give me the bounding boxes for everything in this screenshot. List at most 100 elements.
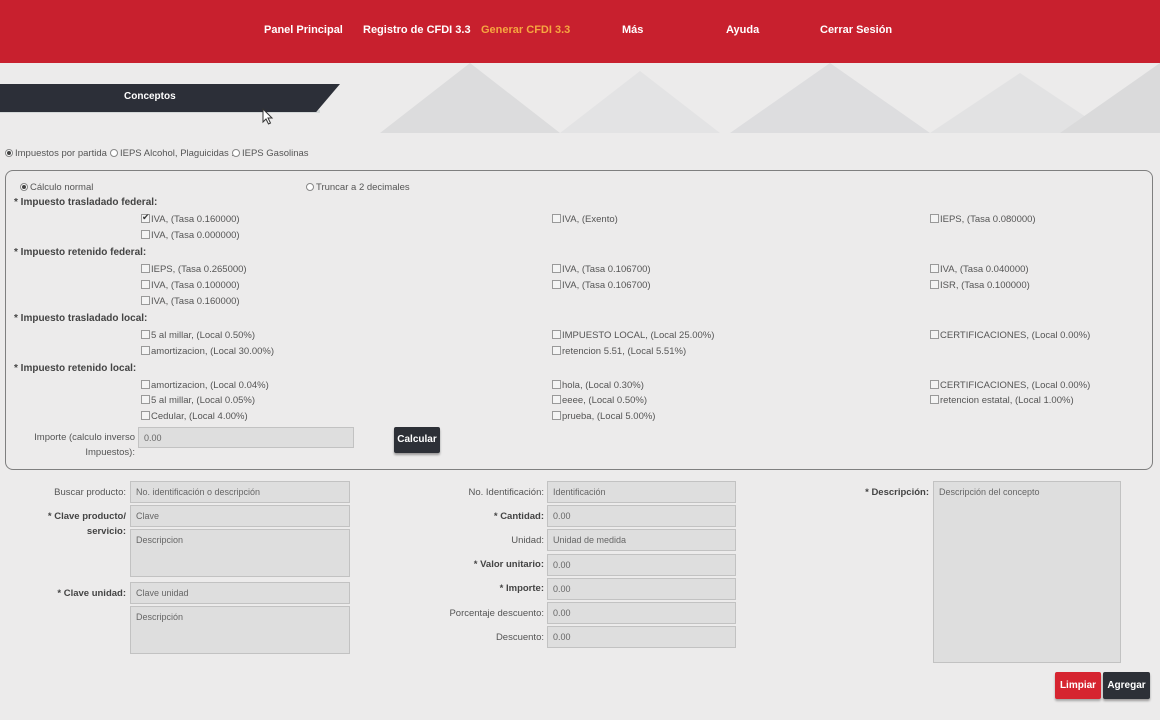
checkbox-icon [930, 214, 939, 223]
checkbox-label: 5 al millar, (Local 0.50%) [151, 330, 256, 341]
clave-producto-input[interactable]: Clave [130, 505, 350, 527]
checkbox-label: IVA, (Tasa 0.160000) [151, 296, 240, 307]
radio-label: IEPS Gasolinas [242, 148, 309, 159]
buscar-producto-input[interactable]: No. identificación o descripción [130, 481, 350, 503]
radio-calculo-normal[interactable]: Cálculo normal [20, 182, 93, 193]
checkbox-tf-iva-exento[interactable]: IVA, (Exento) [552, 214, 618, 225]
radio-truncar-decimales[interactable]: Truncar a 2 decimales [306, 182, 410, 193]
importe-inverso-input[interactable]: 0.00 [138, 427, 354, 448]
checkbox-label: 5 al millar, (Local 0.05%) [151, 395, 256, 406]
checkbox-icon [552, 346, 561, 355]
checkbox-tf-iva-000[interactable]: IVA, (Tasa 0.000000) [141, 230, 240, 241]
checkbox-tl-5-millar[interactable]: 5 al millar, (Local 0.50%) [141, 330, 255, 341]
nav-ayuda[interactable]: Ayuda [726, 24, 759, 36]
checkbox-rl-amortizacion[interactable]: amortizacion, (Local 0.04%) [141, 380, 269, 391]
calcular-button[interactable]: Calcular [394, 427, 440, 453]
radio-ieps-gasolinas[interactable]: IEPS Gasolinas [232, 148, 309, 159]
checkbox-label: Cedular, (Local 4.00%) [151, 411, 248, 422]
checkbox-tf-ieps-008[interactable]: IEPS, (Tasa 0.080000) [930, 214, 1036, 225]
porcentaje-descuento-input[interactable]: 0.00 [547, 602, 736, 624]
checkbox-label: IVA, (Tasa 0.040000) [940, 264, 1029, 275]
checkbox-rf-iva-01067-b[interactable]: IVA, (Tasa 0.106700) [552, 280, 651, 291]
checkbox-label: retencion estatal, (Local 1.00%) [940, 395, 1074, 406]
radio-label: Impuestos por partida [15, 148, 107, 159]
valor-unitario-input[interactable]: 0.00 [547, 554, 736, 576]
radio-selected-icon [5, 149, 13, 157]
checkbox-icon [141, 395, 150, 404]
importe-inverso-label-1: Importe (calculo inverso [34, 432, 135, 443]
checkbox-rf-iva-016[interactable]: IVA, (Tasa 0.160000) [141, 296, 240, 307]
checkbox-tl-retencion-551[interactable]: retencion 5.51, (Local 5.51%) [552, 346, 686, 357]
descripcion-textarea[interactable]: Descripción del concepto [933, 481, 1121, 663]
checkbox-icon [930, 380, 939, 389]
checkbox-icon [552, 280, 561, 289]
no-identificacion-input[interactable]: Identificación [547, 481, 736, 503]
radio-impuestos-por-partida[interactable]: Impuestos por partida [5, 148, 107, 159]
checkbox-rf-ieps-0265[interactable]: IEPS, (Tasa 0.265000) [141, 264, 247, 275]
radio-ieps-alcohol[interactable]: IEPS Alcohol, Plaguicidas ... [110, 148, 239, 159]
radio-label: Cálculo normal [30, 182, 94, 193]
checkbox-label: IVA, (Tasa 0.160000) [151, 214, 240, 225]
checkbox-rl-5-millar[interactable]: 5 al millar, (Local 0.05%) [141, 395, 255, 406]
checkbox-rf-iva-004[interactable]: IVA, (Tasa 0.040000) [930, 264, 1029, 275]
checkbox-label: retencion 5.51, (Local 5.51%) [562, 346, 687, 357]
nav-cerrar-sesion[interactable]: Cerrar Sesión [820, 24, 892, 36]
checkbox-tl-certificaciones[interactable]: CERTIFICACIONES, (Local 0.00%) [930, 330, 1090, 341]
checkbox-icon [141, 346, 150, 355]
checkbox-icon [930, 264, 939, 273]
checkbox-rl-prueba[interactable]: prueba, (Local 5.00%) [552, 411, 655, 422]
nav-generar-cfdi[interactable]: Generar CFDI 3.3 [481, 24, 570, 36]
checkbox-icon [552, 330, 561, 339]
checkbox-icon [930, 330, 939, 339]
clave-producto-label-1: * Clave producto/ [47, 511, 126, 522]
unidad-input[interactable]: Unidad de medida [547, 529, 736, 551]
checkbox-icon [141, 411, 150, 420]
radio-icon [306, 183, 314, 191]
group-title-trasladado-federal: * Impuesto trasladado federal: [14, 197, 158, 208]
top-nav-bar: Panel Principal Registro de CFDI 3.3 Gen… [0, 0, 1160, 63]
limpiar-button[interactable]: Limpiar [1055, 672, 1101, 699]
checkbox-rl-eeee[interactable]: eeee, (Local 0.50%) [552, 395, 647, 406]
no-identificacion-label: No. Identificación: [468, 487, 544, 498]
checkbox-rf-iva-010[interactable]: IVA, (Tasa 0.100000) [141, 280, 240, 291]
checkbox-label: eeee, (Local 0.50%) [562, 395, 648, 406]
radio-icon [232, 149, 240, 157]
checkbox-tf-iva-016[interactable]: IVA, (Tasa 0.160000) [141, 212, 240, 225]
nav-panel-principal[interactable]: Panel Principal [264, 24, 343, 36]
agregar-button[interactable]: Agregar [1103, 672, 1150, 699]
checkbox-rl-hola[interactable]: hola, (Local 0.30%) [552, 380, 644, 391]
cantidad-input[interactable]: 0.00 [547, 505, 736, 527]
checkbox-rl-cedular[interactable]: Cedular, (Local 4.00%) [141, 411, 248, 422]
checkbox-label: IMPUESTO LOCAL, (Local 25.00%) [562, 330, 715, 341]
checkbox-icon [552, 380, 561, 389]
importe-input[interactable]: 0.00 [547, 578, 736, 600]
group-title-retenido-local: * Impuesto retenido local: [14, 363, 137, 374]
importe-label: * Importe: [499, 583, 544, 594]
clave-unidad-descripcion: Descripción [130, 606, 350, 654]
clave-producto-descripcion: Descripcion [130, 529, 350, 577]
clave-unidad-input[interactable]: Clave unidad [130, 582, 350, 604]
checkbox-label: amortizacion, (Local 30.00%) [151, 346, 275, 357]
checkbox-tl-amortizacion[interactable]: amortizacion, (Local 30.00%) [141, 346, 274, 357]
section-title: Conceptos [124, 91, 176, 102]
checkbox-label: IVA, (Tasa 0.106700) [562, 264, 651, 275]
checkbox-icon [141, 296, 150, 305]
group-title-retenido-federal: * Impuesto retenido federal: [14, 247, 147, 258]
checkbox-label: CERTIFICACIONES, (Local 0.00%) [940, 380, 1091, 391]
checkbox-tl-impuesto-local[interactable]: IMPUESTO LOCAL, (Local 25.00%) [552, 330, 714, 341]
checkbox-icon [141, 264, 150, 273]
nav-registro-cfdi[interactable]: Registro de CFDI 3.3 [363, 24, 471, 36]
checkbox-label: prueba, (Local 5.00%) [562, 411, 656, 422]
porcentaje-descuento-label: Porcentaje descuento: [449, 608, 544, 619]
descripcion-label: * Descripción: [865, 487, 929, 498]
checkbox-label: IVA, (Exento) [562, 214, 618, 225]
checkbox-rl-retencion-estatal[interactable]: retencion estatal, (Local 1.00%) [930, 395, 1074, 406]
checkbox-rf-iva-01067[interactable]: IVA, (Tasa 0.106700) [552, 264, 651, 275]
radio-label: Truncar a 2 decimales [316, 182, 410, 193]
checkbox-label: IVA, (Tasa 0.000000) [151, 230, 240, 241]
descuento-input[interactable]: 0.00 [547, 626, 736, 648]
nav-mas[interactable]: Más [622, 24, 643, 36]
checkbox-rl-certificaciones[interactable]: CERTIFICACIONES, (Local 0.00%) [930, 380, 1090, 391]
checkbox-icon [141, 330, 150, 339]
checkbox-rf-isr-010[interactable]: ISR, (Tasa 0.100000) [930, 280, 1030, 291]
